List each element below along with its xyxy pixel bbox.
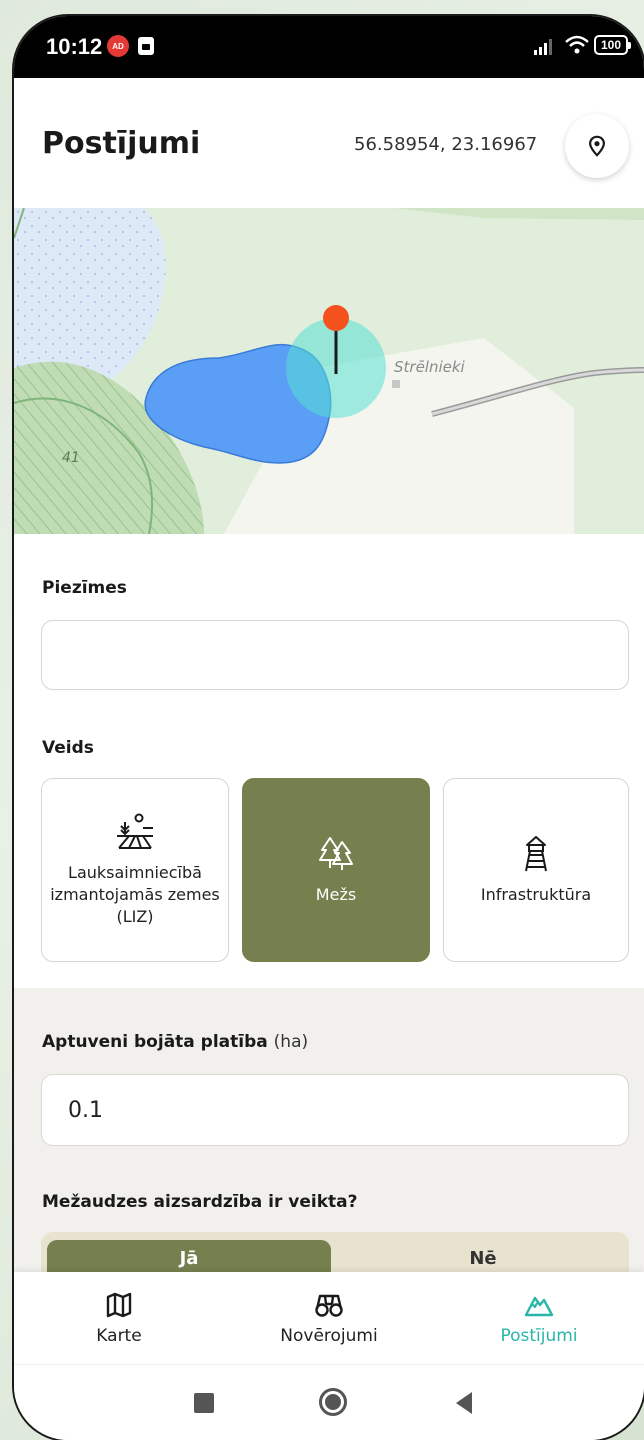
map-view[interactable]: 41 Strēlnieki xyxy=(14,208,644,534)
protection-label: Mežaudzes aizsardzība ir veikta? xyxy=(42,1192,358,1212)
coordinates-readout: 56.58954, 23.16967 xyxy=(354,134,538,155)
parcel-label: 41 xyxy=(62,450,80,466)
nav-tab-label: Postījumi xyxy=(500,1326,578,1346)
binoculars-icon xyxy=(315,1294,343,1317)
place-label: Strēlnieki xyxy=(394,358,466,376)
forest-icon xyxy=(319,837,353,870)
type-option-label: Lauksaimniecībā izmantojamās zemes (LIZ) xyxy=(50,863,220,926)
mountain-icon xyxy=(524,1296,554,1317)
ad-badge-icon: AD xyxy=(107,35,129,57)
signal-icon xyxy=(534,39,552,55)
nav-tab-label: Novērojumi xyxy=(280,1326,378,1346)
type-option-forest[interactable]: Mežs xyxy=(242,778,430,962)
type-option-label: Infrastruktūra xyxy=(480,885,592,904)
phone-screen: 10:12 AD 100 Postījumi 56.58954, 23.1696… xyxy=(14,16,644,1440)
notes-input[interactable] xyxy=(41,620,629,690)
battery-icon: 100 xyxy=(594,35,631,55)
map-icon xyxy=(106,1292,132,1318)
nav-tab-label: Karte xyxy=(96,1326,142,1346)
damaged-area-label: Aptuveni bojāta platība (ha) xyxy=(42,1032,308,1052)
page-title: Postījumi xyxy=(42,126,201,161)
damaged-area-label-text: Aptuveni bojāta platība xyxy=(42,1032,268,1052)
type-option-label: Mežs xyxy=(315,885,357,904)
page-header: Postījumi 56.58954, 23.16967 xyxy=(14,78,644,208)
damaged-area-input[interactable] xyxy=(41,1074,629,1146)
locate-button[interactable] xyxy=(565,114,629,178)
sim-card-icon xyxy=(138,37,154,55)
type-option-farmland[interactable]: Lauksaimniecībā izmantojamās zemes (LIZ) xyxy=(41,778,229,962)
status-bar: 10:12 AD 100 xyxy=(14,16,644,78)
wifi-icon xyxy=(565,35,589,54)
type-option-infrastructure[interactable]: Infrastruktūra xyxy=(443,778,629,962)
nav-tab-observations[interactable]: Novērojumi xyxy=(224,1272,434,1364)
location-marker xyxy=(323,305,349,331)
nav-tab-map[interactable]: Karte xyxy=(14,1272,224,1364)
damaged-area-unit: (ha) xyxy=(273,1032,309,1052)
type-label: Veids xyxy=(42,738,94,758)
system-navigation-bar xyxy=(14,1364,644,1440)
farmland-icon xyxy=(117,813,153,849)
map-canvas: 41 Strēlnieki xyxy=(14,208,644,534)
home-icon[interactable] xyxy=(319,1388,347,1416)
bottom-navigation: Karte Novērojumi Postījumi xyxy=(14,1272,644,1364)
tower-icon xyxy=(525,836,547,872)
notes-label: Piezīmes xyxy=(42,578,127,598)
location-pin-icon xyxy=(589,135,605,157)
back-icon[interactable] xyxy=(456,1392,472,1414)
recent-apps-icon[interactable] xyxy=(194,1393,214,1413)
nav-tab-damages[interactable]: Postījumi xyxy=(434,1272,644,1364)
status-time: 10:12 xyxy=(46,34,103,59)
